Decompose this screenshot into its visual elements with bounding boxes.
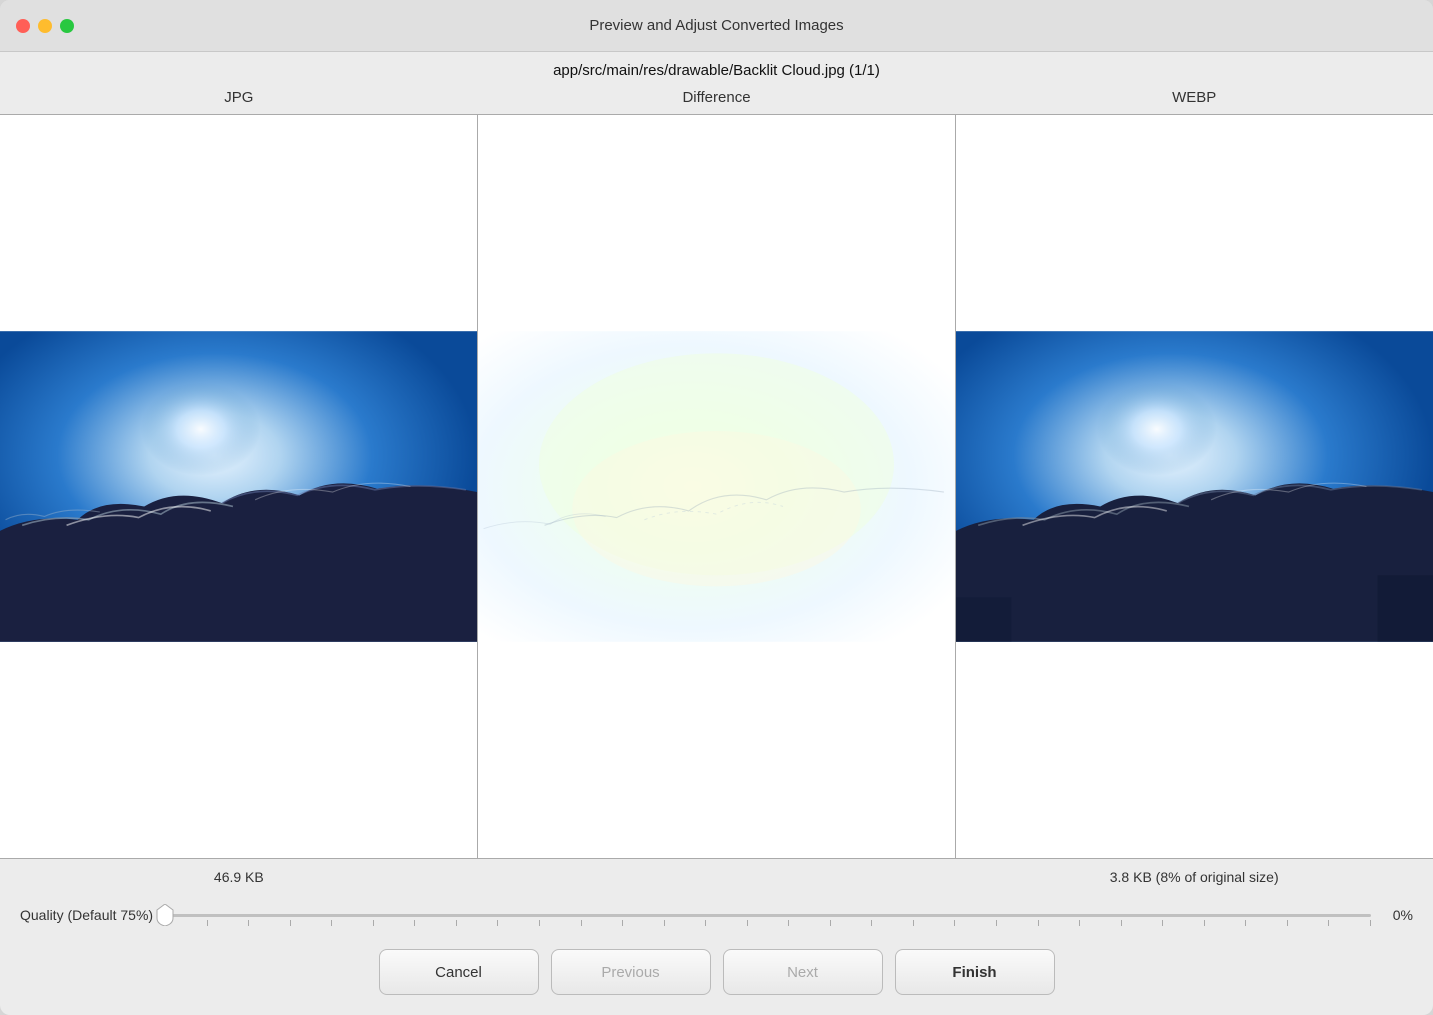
tick bbox=[1079, 920, 1080, 926]
slider-ticks bbox=[165, 920, 1371, 926]
tick bbox=[622, 920, 623, 926]
tick bbox=[456, 920, 457, 926]
tick bbox=[414, 920, 415, 926]
tick bbox=[830, 920, 831, 926]
quality-percent: 0% bbox=[1383, 907, 1413, 923]
tick bbox=[871, 920, 872, 926]
minimize-button[interactable] bbox=[38, 19, 52, 33]
cancel-button[interactable]: Cancel bbox=[379, 949, 539, 995]
tick bbox=[581, 920, 582, 926]
tick bbox=[1162, 920, 1163, 926]
file-path: app/src/main/res/drawable/Backlit Cloud.… bbox=[0, 52, 1433, 85]
window-controls bbox=[16, 19, 74, 33]
tick bbox=[705, 920, 706, 926]
tick bbox=[788, 920, 789, 926]
tick bbox=[207, 920, 208, 926]
finish-button[interactable]: Finish bbox=[895, 949, 1055, 995]
next-button[interactable]: Next bbox=[723, 949, 883, 995]
slider-thumb[interactable] bbox=[156, 904, 174, 926]
column-headers: JPG Difference WEBP bbox=[0, 85, 1433, 114]
tick bbox=[1245, 920, 1246, 926]
tick bbox=[1038, 920, 1039, 926]
previous-button[interactable]: Previous bbox=[551, 949, 711, 995]
webp-size: 3.8 KB (8% of original size) bbox=[955, 869, 1433, 885]
difference-column-header: Difference bbox=[478, 85, 956, 114]
difference-size bbox=[478, 869, 956, 885]
button-row: Cancel Previous Next Finish bbox=[0, 935, 1433, 1015]
tick bbox=[373, 920, 374, 926]
jpg-image bbox=[0, 115, 477, 858]
tick bbox=[331, 920, 332, 926]
slider-track[interactable] bbox=[165, 914, 1371, 917]
tick bbox=[913, 920, 914, 926]
tick bbox=[1370, 920, 1371, 926]
close-button[interactable] bbox=[16, 19, 30, 33]
difference-image bbox=[478, 115, 955, 858]
tick bbox=[497, 920, 498, 926]
tick bbox=[1328, 920, 1329, 926]
tick bbox=[996, 920, 997, 926]
size-row: 46.9 KB 3.8 KB (8% of original size) bbox=[0, 859, 1433, 895]
jpg-size: 46.9 KB bbox=[0, 869, 478, 885]
quality-label: Quality (Default 75%) bbox=[20, 907, 153, 923]
jpg-panel bbox=[0, 115, 477, 858]
main-window: Preview and Adjust Converted Images app/… bbox=[0, 0, 1433, 1015]
tick bbox=[248, 920, 249, 926]
tick bbox=[664, 920, 665, 926]
webp-panel bbox=[955, 115, 1433, 858]
tick bbox=[1287, 920, 1288, 926]
quality-slider-container bbox=[165, 901, 1371, 929]
image-area bbox=[0, 114, 1433, 859]
difference-panel bbox=[477, 115, 955, 858]
tick bbox=[539, 920, 540, 926]
maximize-button[interactable] bbox=[60, 19, 74, 33]
window-title: Preview and Adjust Converted Images bbox=[589, 17, 843, 34]
webp-image bbox=[956, 115, 1433, 858]
tick bbox=[1121, 920, 1122, 926]
quality-row: Quality (Default 75%) bbox=[0, 895, 1433, 935]
tick bbox=[290, 920, 291, 926]
title-bar: Preview and Adjust Converted Images bbox=[0, 0, 1433, 52]
webp-column-header: WEBP bbox=[955, 85, 1433, 114]
tick bbox=[747, 920, 748, 926]
jpg-column-header: JPG bbox=[0, 85, 478, 114]
tick bbox=[954, 920, 955, 926]
tick bbox=[1204, 920, 1205, 926]
